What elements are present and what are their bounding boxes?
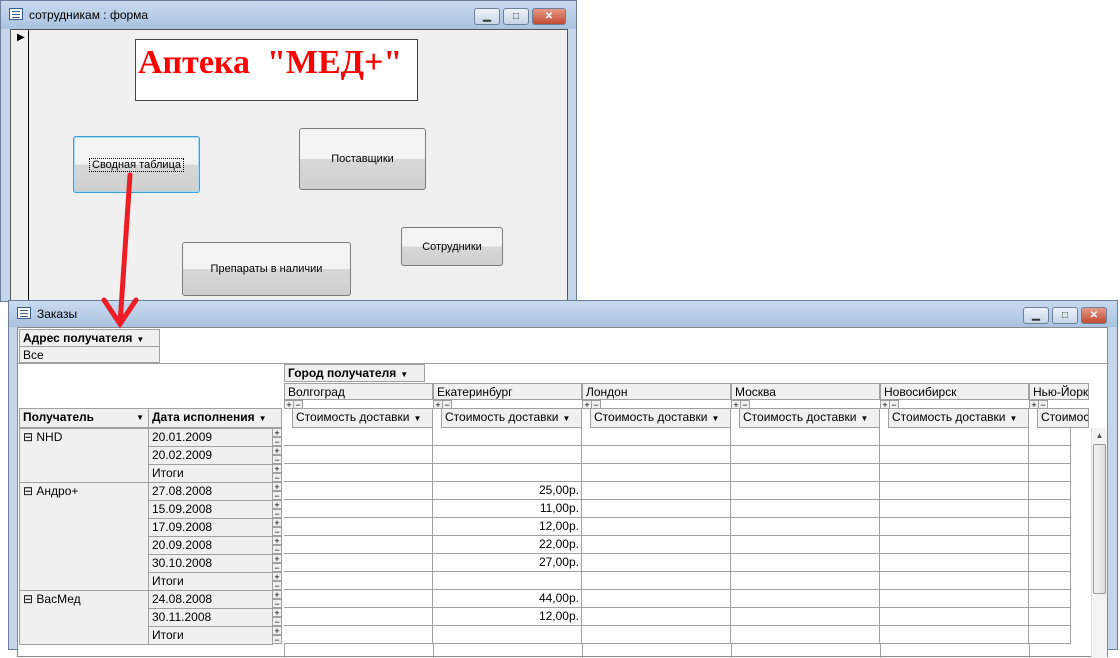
red-arrow [101, 172, 139, 329]
